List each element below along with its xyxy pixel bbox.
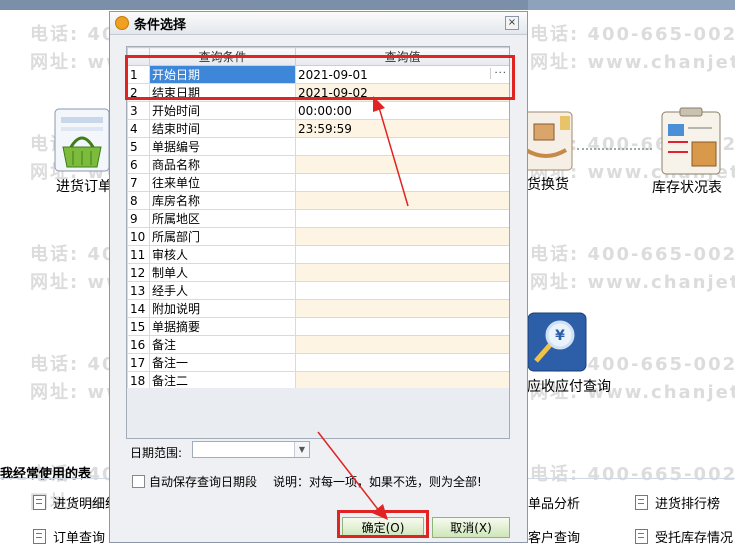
arrow-line-down bbox=[317, 431, 381, 513]
annotation-arrows bbox=[317, 96, 409, 520]
arrow-line-up bbox=[377, 103, 409, 207]
arrow-head-down bbox=[372, 504, 388, 520]
arrow-head-up bbox=[373, 96, 385, 112]
